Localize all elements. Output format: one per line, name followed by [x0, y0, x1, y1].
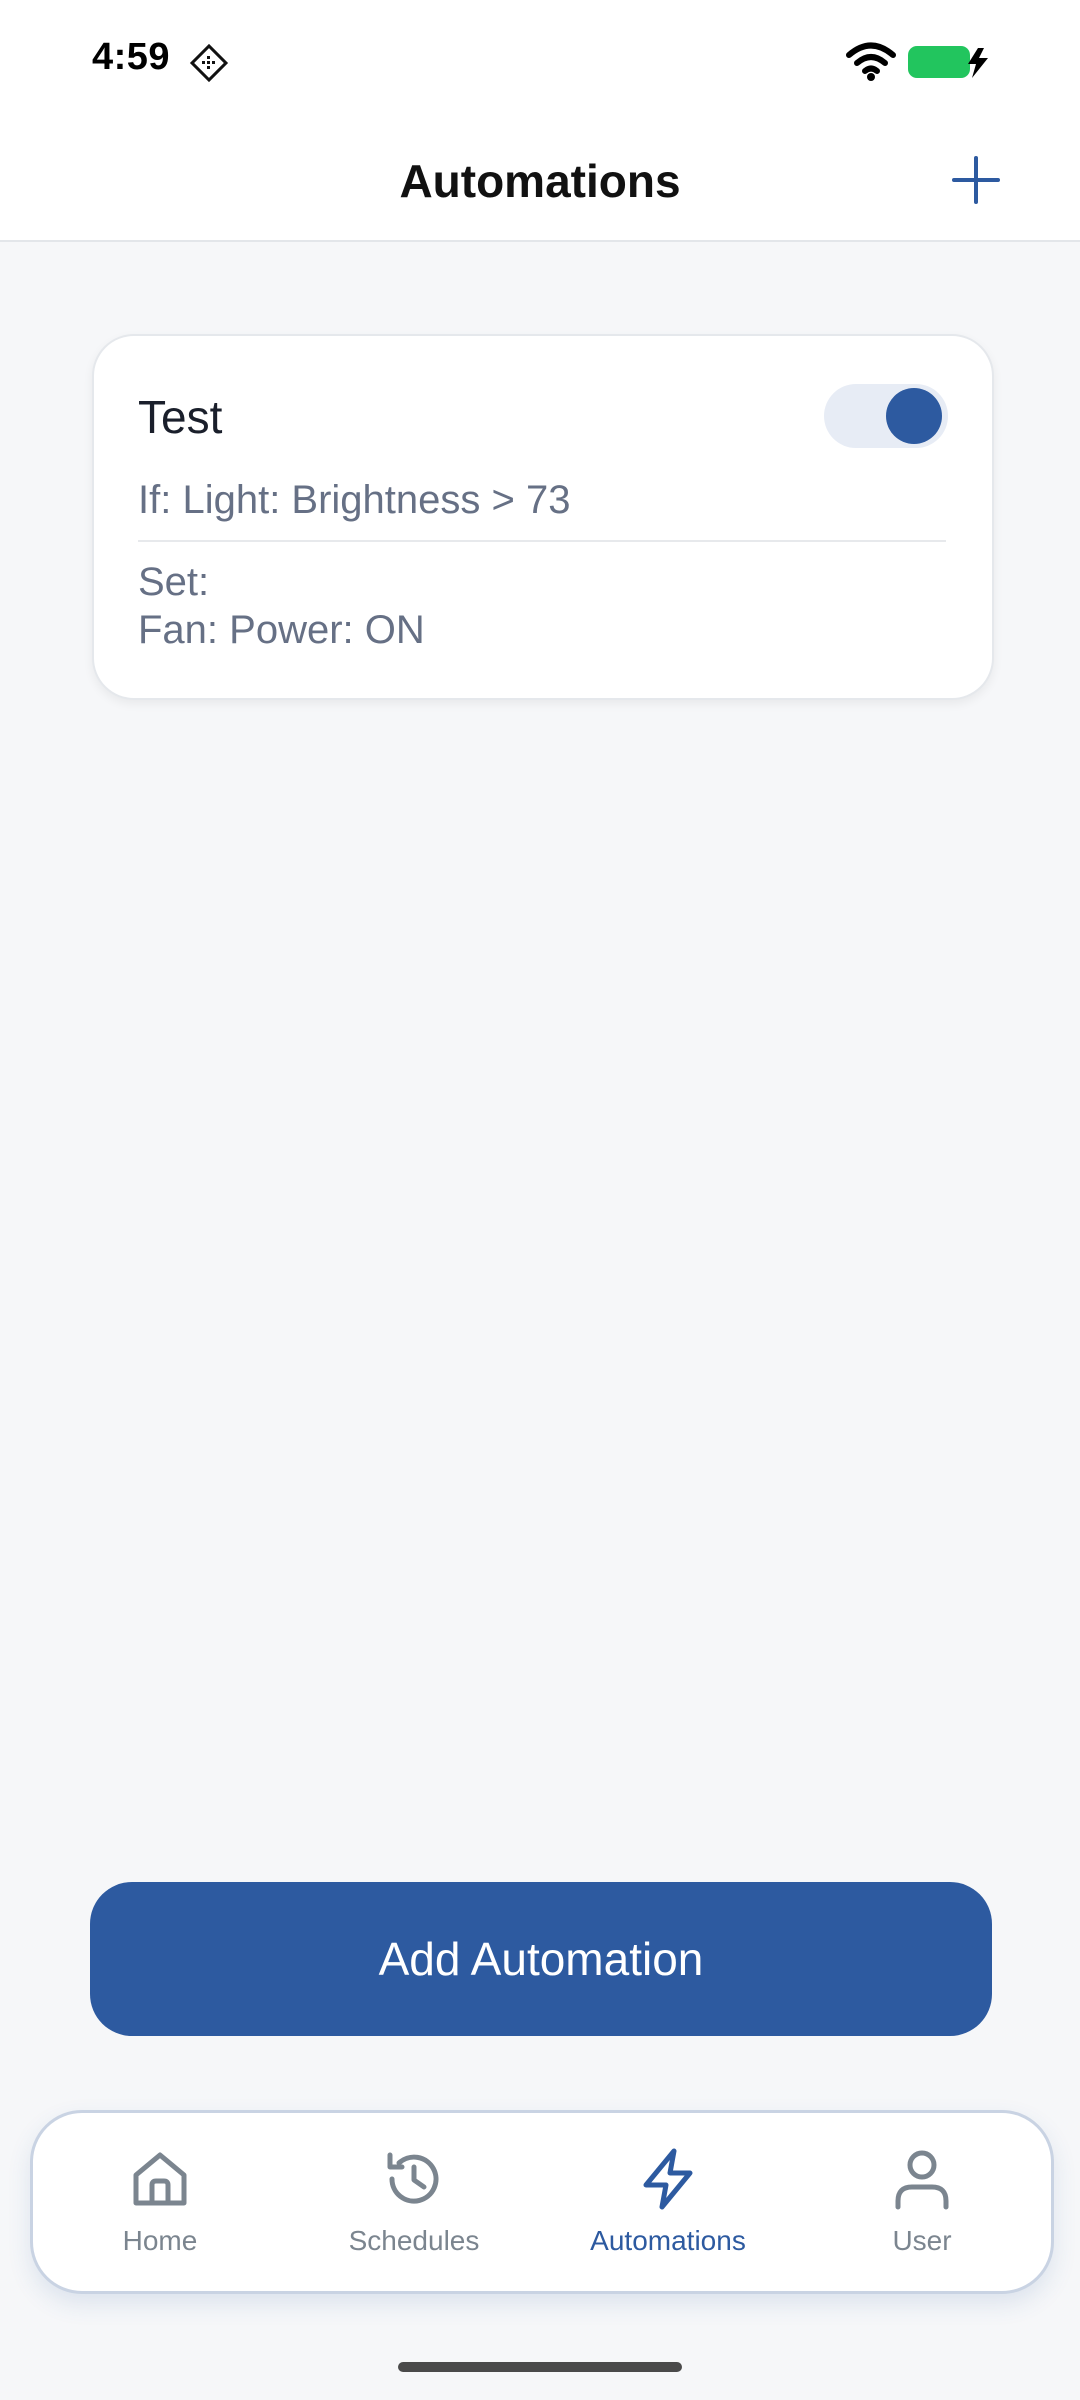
nav-label-schedules: Schedules: [348, 2225, 480, 2256]
automations-screen: 4:59 Automations Test If: Light: Brightn…: [0, 0, 1080, 2400]
automation-enabled-toggle[interactable]: [824, 384, 948, 448]
automation-condition: If: Light: Brightness > 73: [138, 478, 571, 522]
nav-label-home: Home: [122, 2225, 198, 2256]
wifi-icon: [846, 42, 896, 81]
home-icon: [133, 2152, 187, 2206]
user-icon: [895, 2150, 949, 2210]
nav-label-user: User: [892, 2225, 952, 2256]
nav-item-schedules[interactable]: Schedules: [287, 2113, 541, 2291]
add-automation-button[interactable]: Add Automation: [90, 1882, 992, 2036]
home-indicator[interactable]: [398, 2362, 682, 2372]
history-icon: [387, 2152, 439, 2204]
toggle-knob: [886, 388, 942, 444]
automation-action: Fan: Power: ON: [138, 608, 425, 652]
automation-set-label: Set:: [138, 560, 210, 604]
notification-diamond-icon: [189, 43, 229, 83]
automation-name: Test: [138, 391, 223, 443]
status-bar: 4:59: [0, 0, 1080, 120]
nav-item-automations[interactable]: Automations: [541, 2113, 795, 2291]
automation-card[interactable]: Test If: Light: Brightness > 73 Set: Fan…: [92, 334, 994, 700]
card-divider: [138, 540, 946, 542]
page-title: Automations: [399, 155, 681, 207]
nav-label-automations: Automations: [590, 2225, 746, 2256]
status-time: 4:59: [92, 36, 171, 78]
app-header: Automations: [0, 120, 1080, 242]
nav-item-user[interactable]: User: [795, 2113, 1049, 2291]
battery-charging-icon: [908, 46, 988, 78]
bottom-nav: Home Schedules Automations User: [30, 2110, 1054, 2294]
add-icon[interactable]: [950, 154, 1002, 206]
nav-item-home[interactable]: Home: [33, 2113, 287, 2291]
lightning-icon: [643, 2148, 693, 2210]
